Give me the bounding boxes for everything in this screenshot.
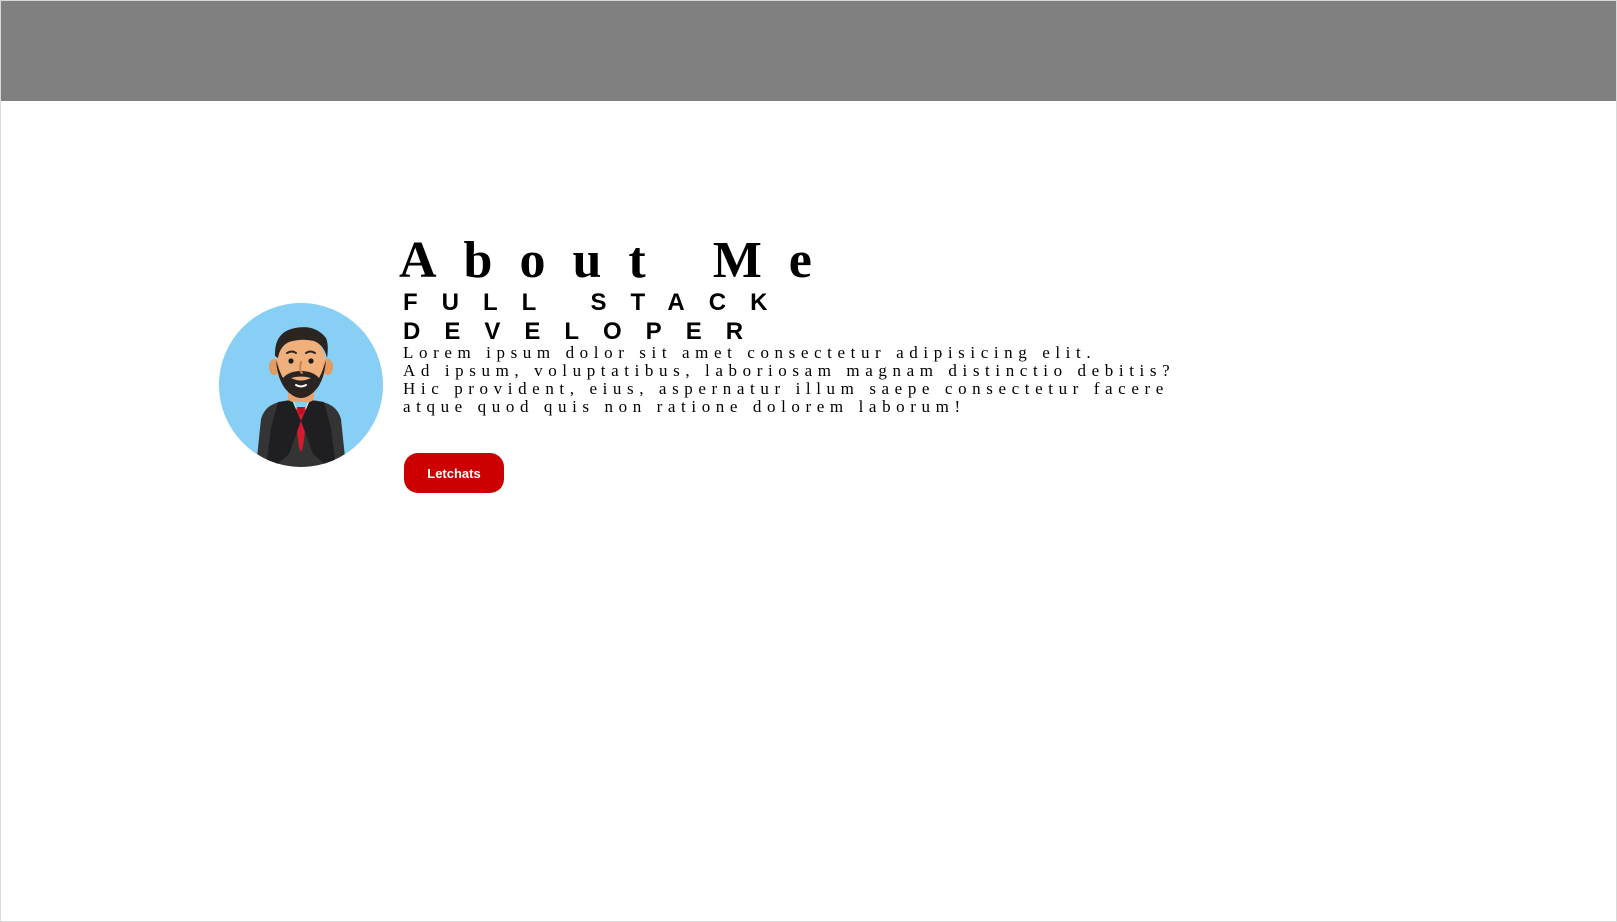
lets-chat-button[interactable]: Letchats	[404, 453, 504, 493]
role-subtitle-line: FULL STACK	[403, 289, 792, 316]
businessman-avatar-icon	[219, 303, 383, 467]
about-description: Lorem ipsum dolor sit amet consectetur a…	[403, 344, 1253, 416]
role-subtitle: FULL STACK DEVELOPER	[403, 288, 863, 346]
about-title: About Me	[399, 232, 839, 289]
role-subtitle-line: DEVELOPER	[403, 318, 768, 345]
description-line: atque quod quis non ratione dolorem labo…	[403, 397, 966, 416]
description-line: Hic provident, eius, aspernatur illum sa…	[403, 379, 1169, 398]
browser-window: About Me FULL STACK DEVELOPER Lorem ipsu…	[0, 0, 1617, 922]
description-line: Ad ipsum, voluptatibus, laboriosam magna…	[403, 361, 1176, 380]
description-line: Lorem ipsum dolor sit amet consectetur a…	[403, 343, 1097, 362]
about-section: About Me FULL STACK DEVELOPER Lorem ipsu…	[1, 1, 1616, 921]
